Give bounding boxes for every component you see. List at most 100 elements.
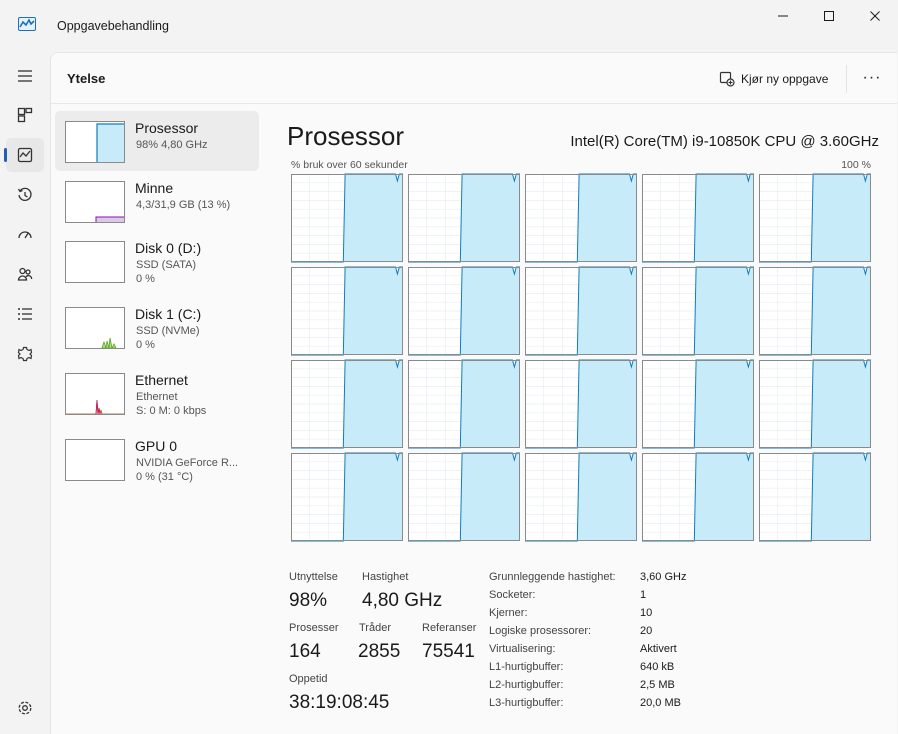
- resource-usage: S: 0 M: 0 kbps: [136, 405, 207, 417]
- spec-value: 20: [640, 625, 653, 637]
- resource-name: Disk 0 (D:): [135, 240, 202, 256]
- logical-processor-graph-5: [291, 266, 403, 356]
- logical-processor-graph-18: [642, 452, 754, 542]
- resource-item-disk1[interactable]: Disk 1 (C:) SSD (NVMe) 0 %: [55, 297, 259, 357]
- nav-startup-apps[interactable]: [6, 218, 44, 252]
- resource-item-cpu[interactable]: Prosessor 98% 4,80 GHz: [55, 111, 259, 171]
- logical-processor-graph-1: [408, 173, 520, 263]
- logical-processor-graphs: [291, 173, 871, 542]
- maximize-button[interactable]: [806, 4, 852, 28]
- run-new-task-button[interactable]: Kjør ny oppgave: [719, 70, 828, 88]
- content-panel: Ytelse Kjør ny oppgave ··· Prosessor 98%…: [50, 52, 897, 734]
- startup-apps-icon: [18, 231, 32, 239]
- spec-label: L2-hurtigbuffer:: [489, 679, 564, 691]
- spec-label: Logiske prosessorer:: [489, 625, 592, 637]
- spec-label: Virtualisering:: [489, 643, 556, 655]
- resource-name: GPU 0: [135, 438, 178, 454]
- spec-label: L1-hurtigbuffer:: [489, 661, 564, 673]
- resource-detail: 98% 4,80 GHz: [136, 139, 208, 151]
- resource-name: Minne: [135, 180, 174, 196]
- page-title: Ytelse: [67, 71, 106, 86]
- page-header: Ytelse Kjør ny oppgave ···: [51, 53, 897, 104]
- services-icon: [17, 346, 33, 362]
- run-new-task-icon: [719, 71, 735, 87]
- resource-detail: NVIDIA GeForce R...: [136, 457, 239, 469]
- uptime-label: Oppetid: [289, 673, 328, 685]
- handles-value: 75541: [422, 641, 475, 662]
- speed-value: 4,80 GHz: [362, 590, 443, 611]
- close-button[interactable]: [852, 4, 898, 28]
- disk1-thumbnail-graph: [65, 307, 125, 349]
- threads-label: Tråder: [359, 622, 391, 634]
- logical-processor-graph-2: [525, 173, 637, 263]
- utilization-label: Utnyttelse: [289, 571, 338, 583]
- run-new-task-label: Kjør ny oppgave: [741, 72, 829, 86]
- spec-value: 10: [640, 607, 653, 619]
- more-options-button[interactable]: ···: [859, 67, 885, 89]
- logical-processor-graph-9: [759, 266, 871, 356]
- resource-item-memory[interactable]: Minne 4,3/31,9 GB (13 %): [55, 171, 259, 231]
- header-divider: [846, 65, 847, 93]
- handles-label: Referanser: [422, 622, 477, 634]
- performance-icon: [17, 147, 33, 163]
- nav-menu-button[interactable]: [6, 59, 44, 93]
- resource-detail: Ethernet: [136, 391, 178, 403]
- resource-name: Prosessor: [135, 120, 199, 136]
- spec-value: 2,5 MB: [640, 679, 675, 691]
- resource-detail: SSD (SATA): [136, 259, 197, 271]
- spec-label: L3-hurtigbuffer:: [489, 697, 564, 709]
- memory-thumbnail-graph: [65, 181, 125, 223]
- task-manager-app-icon: [18, 17, 36, 31]
- processes-label: Prosesser: [289, 622, 339, 634]
- nav-performance[interactable]: [4, 138, 44, 172]
- spec-value: 640 kB: [640, 661, 675, 673]
- threads-value: 2855: [358, 641, 401, 662]
- resource-usage: 0 %: [136, 339, 155, 351]
- utilization-value: 98%: [289, 590, 328, 611]
- nav-services[interactable]: [6, 337, 44, 371]
- logical-processor-graph-4: [759, 173, 871, 263]
- users-icon: [17, 267, 33, 281]
- nav-settings[interactable]: [6, 691, 44, 725]
- cpu-thumbnail-graph: [65, 121, 125, 163]
- spec-value: 20,0 MB: [640, 697, 681, 709]
- resource-item-gpu0[interactable]: GPU 0 NVIDIA GeForce R... 0 % (31 °C): [55, 429, 259, 489]
- hamburger-menu-icon: [18, 70, 32, 82]
- close-icon: [870, 11, 880, 21]
- logical-processor-graph-6: [408, 266, 520, 356]
- uptime-value: 38:19:08:45: [289, 692, 390, 713]
- nav-app-history[interactable]: [6, 178, 44, 212]
- nav-users[interactable]: [6, 257, 44, 291]
- logical-processor-graph-13: [642, 359, 754, 449]
- logical-processor-graph-15: [291, 452, 403, 542]
- spec-label: Kjerner:: [489, 607, 528, 619]
- minimize-icon: [778, 15, 788, 17]
- spec-label: Grunnleggende hastighet:: [489, 571, 616, 583]
- ethernet-thumbnail-graph: [65, 373, 125, 415]
- logical-processor-graph-14: [759, 359, 871, 449]
- resource-detail: 4,3/31,9 GB (13 %): [136, 199, 231, 211]
- logical-processor-graph-8: [642, 266, 754, 356]
- resource-name: Disk 1 (C:): [135, 306, 202, 322]
- settings-icon: [18, 701, 32, 715]
- window-title: Oppgavebehandling: [57, 19, 169, 33]
- processes-value: 164: [289, 641, 321, 662]
- logical-processor-graph-0: [291, 173, 403, 263]
- logical-processor-graph-17: [525, 452, 637, 542]
- details-icon: [18, 308, 32, 320]
- resource-item-disk0[interactable]: Disk 0 (D:) SSD (SATA) 0 %: [55, 231, 259, 291]
- title-bar: Oppgavebehandling: [0, 0, 898, 52]
- logical-processor-graph-19: [759, 452, 871, 542]
- resource-item-ethernet[interactable]: Ethernet Ethernet S: 0 M: 0 kbps: [55, 363, 259, 423]
- gpu0-thumbnail-graph: [65, 439, 125, 481]
- navigation-rail: [0, 52, 50, 733]
- logical-processor-graph-16: [408, 452, 520, 542]
- maximize-icon: [824, 11, 834, 21]
- minimize-button[interactable]: [760, 4, 806, 28]
- nav-processes[interactable]: [6, 98, 44, 132]
- nav-details[interactable]: [6, 297, 44, 331]
- speed-label: Hastighet: [362, 571, 409, 583]
- spec-value: 1: [640, 589, 647, 601]
- processes-icon: [17, 107, 33, 123]
- spec-value: 3,60 GHz: [640, 571, 687, 583]
